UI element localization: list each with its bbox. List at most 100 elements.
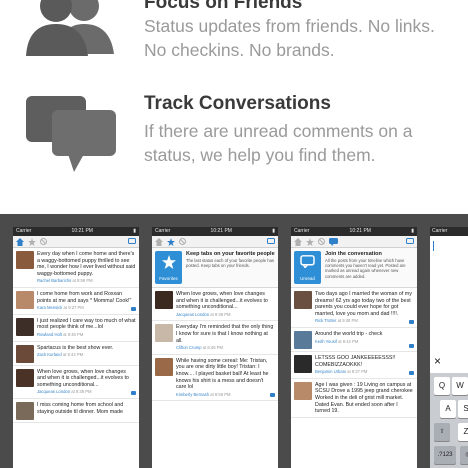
nav-bar bbox=[13, 236, 139, 248]
feature-track-conversations: Track Conversations If there are unread … bbox=[0, 92, 468, 182]
unread-banner: Unread Join the conversation All the pos… bbox=[291, 248, 417, 288]
phone-screenshot-favorites: Carrier 10:21 PM ▮ Favorites Keep tabs o… bbox=[152, 227, 278, 468]
conversation-bubbles-icon bbox=[22, 94, 122, 177]
star-icon[interactable] bbox=[167, 237, 175, 246]
comment-icon[interactable] bbox=[131, 306, 136, 311]
post-text: Every day when I come home and there's a… bbox=[37, 251, 136, 277]
clock: 10:21 PM bbox=[349, 228, 371, 234]
carrier-label: Carrier bbox=[294, 228, 310, 234]
carrier-label: Carrier bbox=[16, 228, 32, 234]
favorites-star-icon: Favorites bbox=[155, 251, 182, 284]
shift-key[interactable]: ⇧ bbox=[434, 423, 450, 441]
post-text: Two days ago I married the woman of my d… bbox=[315, 291, 412, 317]
nav-bar bbox=[291, 236, 417, 248]
blocked-icon[interactable] bbox=[179, 238, 186, 245]
blocked-icon[interactable] bbox=[318, 238, 325, 245]
post-author: Kimberly Bernash at 8:56 PM bbox=[176, 391, 231, 397]
list-item[interactable]: I just realized I care way too much of w… bbox=[13, 315, 139, 342]
post-author: Rachel Barbarichs at 9:59 PM bbox=[37, 278, 93, 284]
list-item[interactable]: Everyday I'm reminded that the only thin… bbox=[152, 321, 278, 355]
post-text: When love grows, when love changes and w… bbox=[176, 291, 268, 311]
compose-icon[interactable] bbox=[406, 238, 414, 245]
star-icon[interactable] bbox=[306, 237, 314, 246]
list-item[interactable]: I miss coming home from school and stayi… bbox=[13, 399, 139, 423]
unread-bubble-icon: Unread bbox=[294, 251, 321, 284]
avatar bbox=[155, 291, 173, 309]
battery-icon: ▮ bbox=[133, 228, 136, 234]
post-author: Clifton Crump at 8:46 PM bbox=[176, 345, 224, 351]
banner-title: Keep tabs on your favorite people bbox=[186, 251, 275, 257]
home-icon[interactable] bbox=[155, 237, 163, 246]
clock: 10:21 PM bbox=[210, 228, 232, 234]
post-text: I come home from work and Roxxan points … bbox=[37, 290, 132, 304]
avatar bbox=[16, 401, 34, 420]
screenshot-strip: Carrier 10:21 PM ▮ Every day when I come… bbox=[0, 214, 468, 468]
list-item[interactable]: Spartacus is the best show ever. Zack Ku… bbox=[13, 342, 139, 366]
globe-key[interactable]: ◎ bbox=[460, 446, 468, 464]
banner-title: Join the conversation bbox=[325, 251, 382, 257]
avatar bbox=[294, 381, 312, 400]
key-a[interactable]: A bbox=[440, 400, 456, 418]
post-text: Spartacus is the best show ever. bbox=[37, 344, 114, 351]
banner-description: All the posts from your timeline which h… bbox=[325, 258, 406, 279]
phone-screenshot-compose: Carrier × Q W E A S ⇧ Z .?123 ◎ bbox=[430, 227, 468, 468]
comment-icon[interactable] bbox=[270, 393, 275, 398]
avatar bbox=[16, 290, 34, 309]
post-author: Zack Kurland at 9:44 PM bbox=[37, 352, 84, 358]
shift-icon: ⇧ bbox=[439, 429, 445, 435]
banner-description: The last status each of your favorite pe… bbox=[186, 258, 274, 269]
post-text: Age I was given : 19 Living on campus at… bbox=[315, 381, 413, 415]
avatar bbox=[16, 368, 34, 387]
favorites-banner: Favorites Keep tabs on your favorite peo… bbox=[152, 248, 278, 288]
list-item[interactable]: While having some cereal: Me: Tristan, y… bbox=[152, 355, 278, 402]
avatar bbox=[155, 324, 173, 343]
phone-screenshot-timeline: Carrier 10:21 PM ▮ Every day when I come… bbox=[13, 227, 139, 468]
comment-icon[interactable] bbox=[409, 370, 414, 375]
post-author: Benjamin Urbani at 9:37 PM bbox=[315, 369, 368, 375]
post-text: Around the world trip - check bbox=[315, 330, 383, 337]
list-item[interactable]: LETSSS GOO JANKEEEEESSS!! COMEBIZZAOKKK!… bbox=[291, 352, 417, 379]
home-icon[interactable] bbox=[16, 237, 24, 246]
friends-icon bbox=[22, 0, 120, 65]
star-icon[interactable] bbox=[28, 237, 36, 246]
post-text: While having some cereal: Me: Tristan, y… bbox=[176, 357, 269, 391]
feature-description: Status updates from friends. No links. N… bbox=[144, 16, 435, 60]
list-item[interactable]: When love grows, when love changes and w… bbox=[152, 288, 278, 322]
key-s[interactable]: S bbox=[458, 400, 468, 418]
compose-icon[interactable] bbox=[128, 238, 136, 245]
list-item[interactable]: Every day when I come home and there's a… bbox=[13, 248, 139, 288]
unread-icon[interactable] bbox=[329, 237, 338, 246]
status-bar: Carrier bbox=[430, 227, 468, 236]
close-icon[interactable]: × bbox=[434, 354, 441, 368]
feature-description: If there are unread comments on a status… bbox=[144, 121, 413, 165]
avatar bbox=[155, 357, 173, 376]
post-author: Rowland Holt at 9:46 PM bbox=[37, 331, 84, 337]
post-text: LETSSS GOO JANKEEEEESSS!! COMEBIZZAOKKK! bbox=[315, 354, 396, 368]
battery-icon: ▮ bbox=[411, 228, 414, 234]
list-item[interactable]: Two days ago I married the woman of my d… bbox=[291, 288, 417, 328]
list-item[interactable]: Around the world trip - check Keith Yous… bbox=[291, 328, 417, 352]
feature-focus-on-friends: Focus on Friends Status updates from fri… bbox=[0, 0, 468, 72]
post-author: Jacqueas London at 9:38 PM bbox=[37, 389, 92, 395]
carrier-label: Carrier bbox=[432, 228, 448, 234]
key-q[interactable]: Q bbox=[434, 377, 450, 395]
blocked-icon[interactable] bbox=[40, 238, 47, 245]
numbers-key[interactable]: .?123 bbox=[434, 446, 456, 464]
status-bar: Carrier 10:21 PM ▮ bbox=[152, 227, 278, 236]
status-bar: Carrier 10:21 PM ▮ bbox=[291, 227, 417, 236]
list-item[interactable]: When love grows, when love changes and w… bbox=[13, 366, 139, 399]
list-item[interactable]: Age I was given : 19 Living on campus at… bbox=[291, 379, 417, 418]
comment-icon[interactable] bbox=[409, 343, 414, 348]
avatar bbox=[16, 317, 34, 336]
avatar bbox=[16, 344, 34, 363]
carrier-label: Carrier bbox=[155, 228, 171, 234]
compose-icon[interactable] bbox=[267, 238, 275, 245]
key-w[interactable]: W bbox=[452, 377, 468, 395]
key-z[interactable]: Z bbox=[458, 423, 468, 441]
home-icon[interactable] bbox=[294, 237, 302, 246]
list-item[interactable]: I come home from work and Roxxan points … bbox=[13, 288, 139, 315]
post-text: Everyday I'm reminded that the only thin… bbox=[176, 324, 274, 344]
comment-icon[interactable] bbox=[409, 319, 414, 324]
post-author: Keith Yousif at 9:42 PM bbox=[315, 338, 359, 344]
comment-icon[interactable] bbox=[131, 390, 136, 395]
